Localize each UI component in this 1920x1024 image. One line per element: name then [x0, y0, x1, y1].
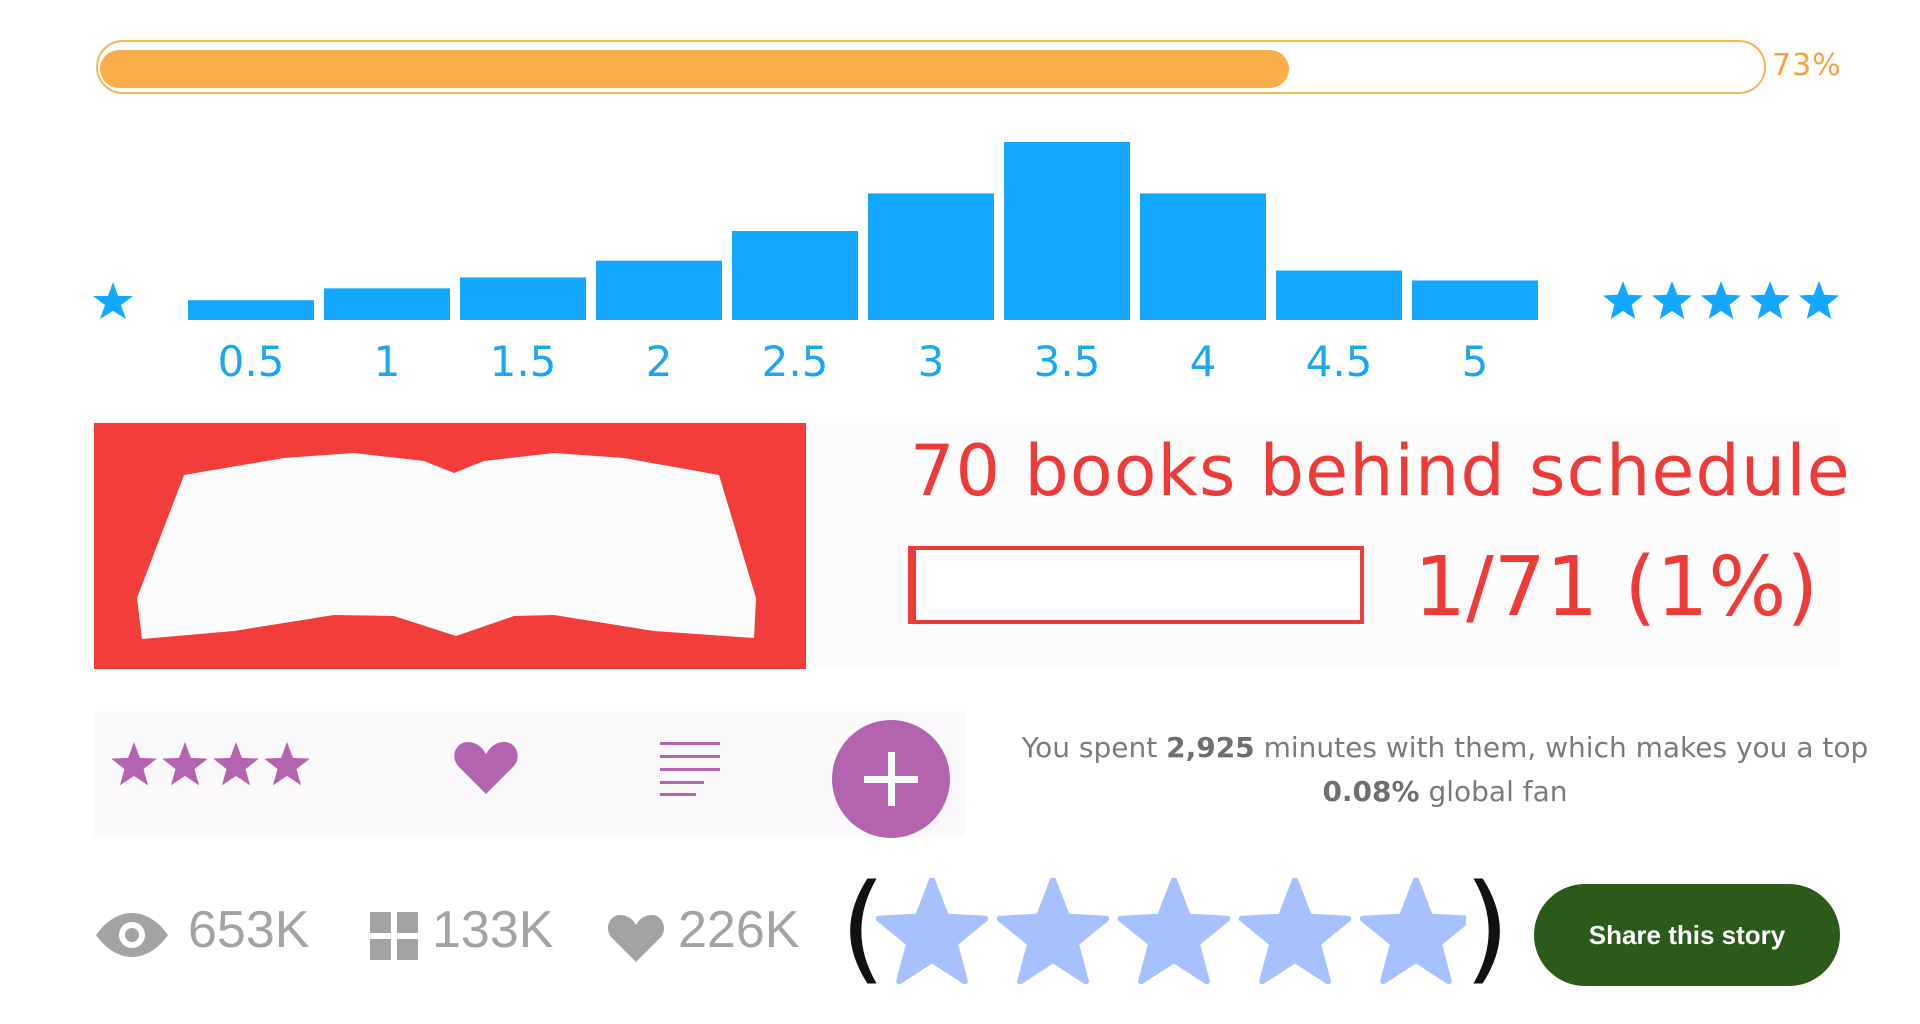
- heart-icon[interactable]: [452, 738, 520, 798]
- star-icon: [1799, 281, 1839, 319]
- histogram-bar: [1412, 280, 1538, 320]
- histogram-bar: [1004, 142, 1130, 320]
- add-button[interactable]: [832, 720, 950, 838]
- histogram-tick-label: 0.5: [218, 337, 285, 386]
- star-icon[interactable]: [1238, 878, 1352, 985]
- stats-prefix: You spent: [1021, 731, 1167, 764]
- star-icon[interactable]: [876, 878, 989, 985]
- histogram-tick-label: 5: [1462, 337, 1489, 386]
- schedule-title: 70 books behind schedule: [910, 430, 1851, 512]
- star-icon: [1652, 281, 1692, 319]
- reading-progress-fill: [100, 50, 1289, 88]
- histogram-bar: [460, 277, 586, 320]
- star-icon[interactable]: [264, 742, 310, 786]
- histogram-tick-label: 3: [918, 337, 945, 386]
- five-star-icon: [1603, 281, 1839, 319]
- grid-icon: [370, 912, 418, 960]
- stats-suffix: global fan: [1419, 775, 1568, 808]
- histogram-bar: [868, 193, 994, 320]
- star-icon[interactable]: [1359, 878, 1466, 985]
- star-icon: [1701, 281, 1741, 319]
- review-lines-icon[interactable]: [658, 740, 724, 798]
- views-count: 653K: [188, 901, 310, 959]
- histogram-bar: [1140, 193, 1266, 320]
- rating-stars-icon[interactable]: [110, 740, 320, 790]
- star-icon: [1603, 281, 1643, 319]
- star-icon[interactable]: [213, 742, 259, 786]
- stats-middle: minutes with them, which makes you a top: [1254, 731, 1869, 764]
- histogram-tick-label: 1.5: [490, 337, 557, 386]
- adds-count: 133K: [432, 901, 554, 959]
- histogram-bar: [188, 300, 314, 320]
- likes-count: 226K: [678, 901, 800, 959]
- star-icon[interactable]: [111, 742, 157, 786]
- rating-histogram: 0.5 1 1.5 2 2.5 3 3.5 4 4.5 5: [93, 142, 1839, 386]
- reading-progress-label: 73%: [1772, 48, 1842, 83]
- histogram-bar: [596, 260, 722, 320]
- eye-icon: [96, 913, 168, 957]
- schedule-progress-text: 1/71 (1%): [1414, 540, 1819, 635]
- percentile-value: 0.08%: [1322, 775, 1420, 808]
- histogram-tick-label: 4: [1190, 337, 1217, 386]
- star-icon[interactable]: [996, 878, 1110, 985]
- histogram-bar: [1276, 270, 1402, 320]
- schedule-progress-fill: [912, 550, 917, 620]
- fan-stats-text: You spent 2,925 minutes with them, which…: [1010, 726, 1880, 814]
- histogram-tick-label: 2: [646, 337, 673, 386]
- histogram-tick-label: 1: [374, 337, 401, 386]
- histogram-tick-label: 2.5: [762, 337, 829, 386]
- star-icon[interactable]: [1117, 878, 1231, 985]
- histogram-tick-label: 4.5: [1306, 337, 1373, 386]
- histogram-bar: [732, 231, 858, 320]
- heart-icon: [607, 915, 665, 962]
- minutes-value: 2,925: [1166, 731, 1255, 764]
- histogram-tick-label: 3.5: [1034, 337, 1101, 386]
- star-icon[interactable]: [162, 742, 208, 786]
- schedule-progress-bar: [908, 546, 1364, 624]
- star-icon: [1750, 281, 1790, 319]
- histogram-bar: [324, 288, 450, 320]
- one-star-icon: [93, 282, 133, 319]
- open-book-icon: [137, 453, 756, 639]
- star-rating[interactable]: [876, 878, 1466, 988]
- plus-icon: [864, 752, 918, 806]
- right-parenthesis: ): [1464, 858, 1511, 996]
- share-story-button[interactable]: Share this story: [1534, 884, 1840, 986]
